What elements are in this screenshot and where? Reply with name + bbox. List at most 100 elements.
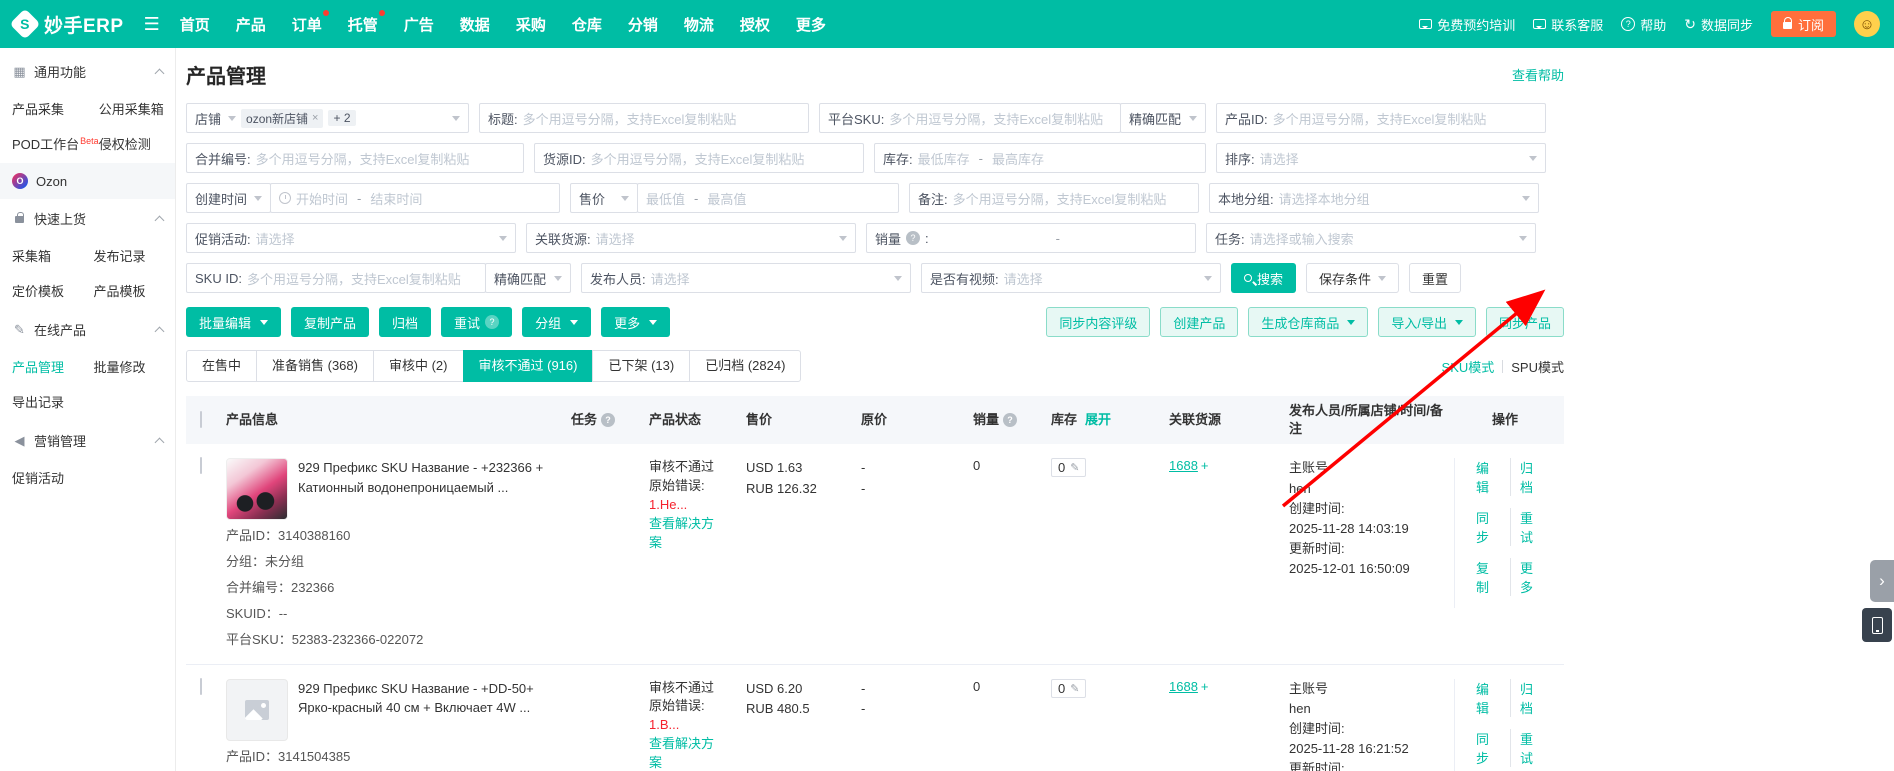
copy-product-button[interactable]: 复制产品 <box>291 307 369 337</box>
sidebar-item-batch-modify[interactable]: 批量修改 <box>94 349 176 384</box>
shop-filter-select[interactable]: 店铺 ozon新店铺× + 2 <box>186 103 469 133</box>
nav-logistics[interactable]: 物流 <box>684 14 714 35</box>
nav-distribution[interactable]: 分销 <box>628 14 658 35</box>
sidebar-item-promotions[interactable]: 促销活动 <box>12 460 94 495</box>
add-source-icon[interactable]: + <box>1201 458 1209 473</box>
shop-tag[interactable]: ozon新店铺× <box>241 109 323 128</box>
user-avatar[interactable]: ☺ <box>1854 11 1880 37</box>
tab-under-review[interactable]: 审核中 (2) <box>373 350 464 382</box>
reset-button[interactable]: 重置 <box>1409 263 1461 293</box>
sidebar-item-ozon[interactable]: O Ozon <box>0 163 175 199</box>
subscribe-button[interactable]: 订阅 <box>1771 11 1836 37</box>
local-group-filter-select[interactable]: 本地分组: 请选择本地分组 <box>1209 183 1539 213</box>
contact-service-link[interactable]: 联系客服 <box>1533 15 1603 34</box>
free-training-link[interactable]: 免费预约培训 <box>1419 15 1515 34</box>
platform-sku-filter-input[interactable]: 平台SKU: 多个用逗号分隔，支持Excel复制粘贴 <box>819 103 1121 133</box>
view-solution-link[interactable]: 查看解决方案 <box>649 515 721 553</box>
platform-sku-match-select[interactable]: 精确匹配 <box>1120 103 1206 133</box>
tab-delisted[interactable]: 已下架 (13) <box>592 350 690 382</box>
create-time-type-select[interactable]: 创建时间 <box>186 183 271 213</box>
sync-content-rating-button[interactable]: 同步内容评级 <box>1046 307 1150 337</box>
price-range-input[interactable]: 最低值 - 最高值 <box>637 183 899 213</box>
sidebar-item-public-collect-box[interactable]: 公用采集箱 <box>99 91 175 126</box>
spu-mode-toggle[interactable]: SPU模式 <box>1511 357 1564 376</box>
sidebar-group-online-products[interactable]: ✎ 在线产品 <box>0 310 175 349</box>
sidebar-group-common[interactable]: ▦ 通用功能 <box>0 52 175 91</box>
sku-id-filter-input[interactable]: SKU ID: 多个用逗号分隔，支持Excel复制粘贴 <box>186 263 486 293</box>
source-1688-link[interactable]: 1688 <box>1169 458 1198 473</box>
sync-action[interactable]: 同步 <box>1467 729 1510 767</box>
promo-filter-select[interactable]: 促销活动: 请选择 <box>186 223 516 253</box>
sidebar-item-infringement-check[interactable]: 侵权检测 <box>99 126 175 161</box>
product-title[interactable]: 929 Префикс SKU Название - +232366 + Кат… <box>298 458 560 520</box>
row-checkbox[interactable] <box>200 678 202 695</box>
sidebar-item-product-management[interactable]: 产品管理 <box>12 349 94 384</box>
view-solution-link[interactable]: 查看解决方案 <box>649 735 721 771</box>
nav-hosting[interactable]: 托管 <box>348 14 378 35</box>
sidebar-item-product-collect[interactable]: 产品采集 <box>12 91 99 126</box>
retry-action[interactable]: 重试 <box>1510 729 1554 767</box>
related-source-filter-select[interactable]: 关联货源: 请选择 <box>526 223 856 253</box>
stock-pill[interactable]: 0✎ <box>1051 679 1086 698</box>
sort-filter-select[interactable]: 排序: 请选择 <box>1216 143 1546 173</box>
tab-archived[interactable]: 已归档 (2824) <box>689 350 801 382</box>
sync-action[interactable]: 同步 <box>1467 508 1510 546</box>
edit-icon[interactable]: ✎ <box>1070 682 1079 695</box>
add-source-icon[interactable]: + <box>1201 679 1209 694</box>
archive-button[interactable]: 归档 <box>379 307 431 337</box>
remark-filter-input[interactable]: 备注: 多个用逗号分隔，支持Excel复制粘贴 <box>909 183 1199 213</box>
sidebar-item-product-template[interactable]: 产品模板 <box>94 273 176 308</box>
title-filter-input[interactable]: 标题: 多个用逗号分隔，支持Excel复制粘贴 <box>479 103 809 133</box>
edit-action[interactable]: 编辑 <box>1467 458 1510 496</box>
view-help-link[interactable]: 查看帮助 <box>1512 65 1564 84</box>
product-id-filter-input[interactable]: 产品ID: 多个用逗号分隔，支持Excel复制粘贴 <box>1216 103 1546 133</box>
archive-action[interactable]: 归档 <box>1510 458 1554 496</box>
sidebar-item-publish-record[interactable]: 发布记录 <box>94 238 176 273</box>
save-condition-button[interactable]: 保存条件 <box>1306 263 1399 293</box>
generate-warehouse-button[interactable]: 生成仓库商品 <box>1248 307 1368 337</box>
sidebar-group-quick-listing[interactable]: 快速上货 <box>0 199 175 238</box>
price-type-select[interactable]: 售价 <box>570 183 638 213</box>
sidebar-item-pod-workbench[interactable]: POD工作台Beta <box>12 126 99 161</box>
copy-action[interactable]: 复制 <box>1467 558 1510 596</box>
search-button[interactable]: 搜索 <box>1231 263 1296 293</box>
nav-authorization[interactable]: 授权 <box>740 14 770 35</box>
task-filter-select[interactable]: 任务: 请选择或输入搜索 <box>1206 223 1536 253</box>
nav-ads[interactable]: 广告 <box>404 14 434 35</box>
nav-warehouse[interactable]: 仓库 <box>572 14 602 35</box>
help-link[interactable]: ?帮助 <box>1621 15 1666 34</box>
nav-product[interactable]: 产品 <box>236 14 266 35</box>
stock-expand-link[interactable]: 展开 <box>1085 411 1111 429</box>
group-button[interactable]: 分组 <box>522 307 591 337</box>
sales-range-filter[interactable]: 销量 ? : - <box>866 223 1196 253</box>
tag-close-icon[interactable]: × <box>312 112 318 124</box>
sync-product-button[interactable]: 同步产品 <box>1486 307 1564 337</box>
sku-mode-toggle[interactable]: SKU模式 <box>1442 357 1495 376</box>
select-all-checkbox[interactable] <box>200 411 202 428</box>
sidebar-item-pricing-template[interactable]: 定价模板 <box>12 273 94 308</box>
nav-data[interactable]: 数据 <box>460 14 490 35</box>
create-product-button[interactable]: 创建产品 <box>1160 307 1238 337</box>
row-checkbox[interactable] <box>200 457 202 474</box>
nav-more[interactable]: 更多 <box>796 14 826 35</box>
product-title[interactable]: 929 Префикс SKU Название - +DD-50+ Ярко-… <box>298 679 560 741</box>
more-action[interactable]: 更多 <box>1510 558 1554 596</box>
has-video-filter-select[interactable]: 是否有视频: 请选择 <box>921 263 1221 293</box>
app-logo[interactable]: S 妙手ERP <box>14 11 124 38</box>
nav-orders[interactable]: 订单 <box>292 14 322 35</box>
sidebar-group-marketing[interactable]: ◀ 营销管理 <box>0 421 175 460</box>
more-button[interactable]: 更多 <box>601 307 670 337</box>
date-range-input[interactable]: 开始时间 - 结束时间 <box>270 183 560 213</box>
tab-ready-to-sell[interactable]: 准备销售 (368) <box>256 350 374 382</box>
edit-action[interactable]: 编辑 <box>1467 679 1510 717</box>
sidebar-item-export-record[interactable]: 导出记录 <box>12 384 94 419</box>
stock-range-filter[interactable]: 库存: 最低库存 - 最高库存 <box>874 143 1206 173</box>
sidebar-item-collect-box[interactable]: 采集箱 <box>12 238 94 273</box>
nav-home[interactable]: 首页 <box>180 14 210 35</box>
data-sync-link[interactable]: ↻数据同步 <box>1684 15 1753 34</box>
product-thumbnail[interactable] <box>226 458 288 520</box>
product-thumbnail-placeholder[interactable] <box>226 679 288 741</box>
retry-button[interactable]: 重试? <box>441 307 512 337</box>
edit-icon[interactable]: ✎ <box>1070 461 1079 474</box>
tab-review-rejected[interactable]: 审核不通过 (916) <box>463 350 594 382</box>
